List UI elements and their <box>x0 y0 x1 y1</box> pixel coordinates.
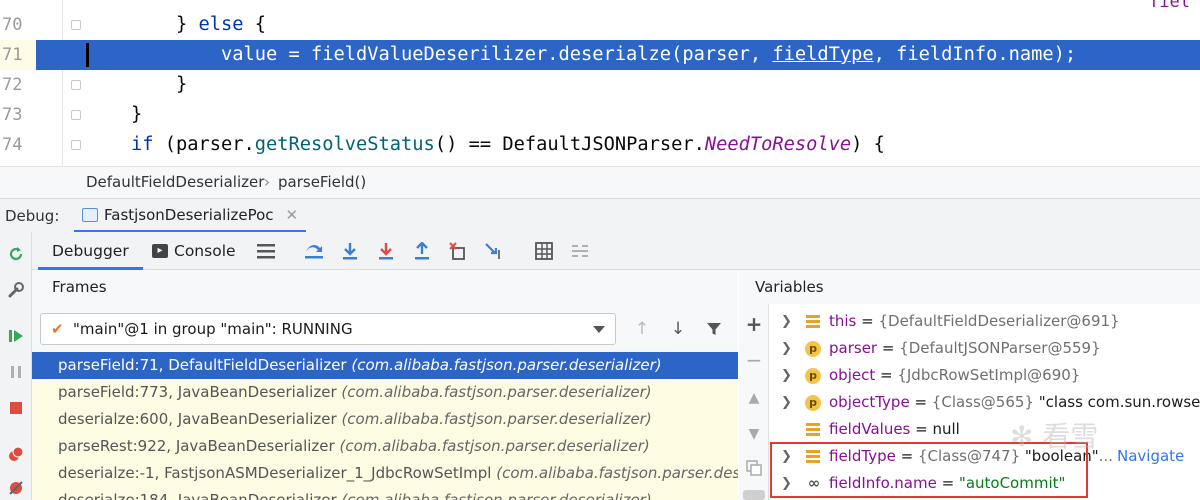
variable-row[interactable]: fieldValues = null <box>769 416 1200 443</box>
arrow-down-icon[interactable]: ↓ <box>669 319 687 339</box>
scrollbar-thumb[interactable] <box>743 490 765 500</box>
variable-row[interactable]: ❯ p object = {JdbcRowSetImpl@690} <box>769 362 1200 389</box>
frame-item[interactable]: deserialze:-1, FastjsonASMDeserializer_1… <box>32 460 738 487</box>
move-down-icon[interactable]: ▼ <box>744 424 764 444</box>
variable-row[interactable]: ❯ p parser = {DefaultJSONParser@559} <box>769 335 1200 362</box>
watch-row[interactable]: ❯ ∞ fieldInfo.name = "autoCommit" <box>769 470 1200 497</box>
trace-current-stream-icon[interactable] <box>570 241 590 261</box>
navigate-link[interactable]: Navigate <box>1117 447 1184 465</box>
variables-side-toolbar: + − ▲ ▼ <box>739 304 769 500</box>
frames-header: Frames <box>32 270 738 304</box>
tab-console[interactable]: ▸ Console <box>152 232 236 270</box>
run-to-cursor-icon[interactable] <box>484 241 504 261</box>
code-line-73[interactable]: 73 } <box>0 100 1200 130</box>
run-config-tab[interactable]: FastjsonDeserializePoc ✕ <box>74 199 307 233</box>
variable-row[interactable]: ❯ fieldType = {Class@747} "boolean"... Na… <box>769 443 1200 470</box>
show-execution-point-icon[interactable] <box>304 241 324 261</box>
frame-item-selected[interactable]: parseField:71, DefaultFieldDeserializer … <box>32 352 738 379</box>
chevron-down-icon <box>593 326 605 333</box>
wrench-icon[interactable] <box>6 280 26 300</box>
chevron-right-icon[interactable]: ❯ <box>781 335 792 362</box>
frame-item[interactable]: parseRest:922, JavaBeanDeserializer (com… <box>32 433 738 460</box>
arrow-up-icon[interactable]: ↑ <box>633 319 651 339</box>
code-editor[interactable]: fiel 70 } else { 71 value = fieldValueDe… <box>0 0 1200 166</box>
field-icon <box>805 449 821 465</box>
duplicate-watch-icon[interactable] <box>744 458 764 478</box>
drop-frame-icon[interactable] <box>448 241 468 261</box>
step-out-icon[interactable] <box>412 241 432 261</box>
run-config-icon <box>82 207 98 222</box>
frame-item[interactable]: deserialze:184, JavaBeanDeserializer (co… <box>32 487 738 500</box>
variable-row[interactable]: ❯ this = {DefaultFieldDeserializer@691} <box>769 308 1200 335</box>
mute-breakpoints-icon[interactable] <box>6 478 26 498</box>
chevron-right-icon[interactable]: ❯ <box>781 362 792 389</box>
fold-marker-icon[interactable] <box>71 140 81 150</box>
remove-watch-icon[interactable]: − <box>744 348 764 372</box>
layout-menu-icon[interactable] <box>256 241 276 261</box>
code-text: } <box>131 104 143 125</box>
debug-title-bar: Debug: FastjsonDeserializePoc ✕ <box>0 198 1200 233</box>
line-number: 74 <box>2 135 23 155</box>
move-up-icon[interactable]: ▲ <box>744 388 764 408</box>
rerun-icon[interactable] <box>6 244 26 264</box>
line-number: 73 <box>2 105 23 125</box>
code-line-71-current[interactable]: 71 value = fieldValueDeserilizer.deseria… <box>0 40 1200 70</box>
check-icon: ✔ <box>51 320 64 338</box>
console-icon: ▸ <box>152 244 168 258</box>
filter-icon[interactable] <box>705 320 723 338</box>
step-over-icon[interactable] <box>340 241 360 261</box>
chevron-right-icon[interactable]: ❯ <box>781 443 792 470</box>
field-icon <box>805 422 821 438</box>
chevron-right-icon[interactable]: ❯ <box>781 308 792 335</box>
chevron-right-icon[interactable]: ❯ <box>781 389 792 416</box>
code-line-70[interactable]: 70 } else { <box>0 10 1200 40</box>
frame-item[interactable]: parseField:773, JavaBeanDeserializer (co… <box>32 379 738 406</box>
breadcrumb-separator: › <box>264 173 270 191</box>
evaluate-expression-icon[interactable] <box>534 241 554 261</box>
resume-icon[interactable] <box>6 326 26 346</box>
thread-selector[interactable]: ✔ "main"@1 in group "main": RUNNING <box>40 313 616 345</box>
line-number: 71 <box>0 40 36 70</box>
frame-list: parseField:71, DefaultFieldDeserializer … <box>32 352 738 500</box>
debugger-toolbar: Debugger ▸ Console <box>32 232 1200 270</box>
line-number: 72 <box>2 75 23 95</box>
code-text: if (parser.getResolveStatus() == Default… <box>131 134 885 155</box>
thread-row: ✔ "main"@1 in group "main": RUNNING ↑ ↓ <box>32 304 738 352</box>
code-text: } else { <box>176 14 267 35</box>
code-line-72[interactable]: 72 } <box>0 70 1200 100</box>
tab-console-label: Console <box>174 242 236 260</box>
field-icon <box>805 314 821 330</box>
debug-side-toolbar <box>0 232 32 500</box>
close-tab-icon[interactable]: ✕ <box>286 206 299 224</box>
fold-marker-icon[interactable] <box>71 80 81 90</box>
run-config-name: FastjsonDeserializePoc <box>104 205 274 224</box>
variables-header: Variables <box>739 270 1200 304</box>
tab-debugger[interactable]: Debugger <box>38 232 143 270</box>
stop-icon[interactable] <box>6 398 26 418</box>
variables-panel: Variables + − ▲ ▼ ❯ this = {DefaultField… <box>739 270 1200 500</box>
debug-label: Debug: <box>5 207 60 225</box>
frame-item[interactable]: deserialze:600, JavaBeanDeserializer (co… <box>32 406 738 433</box>
line-number: 70 <box>2 15 23 35</box>
breadcrumb-class[interactable]: DefaultFieldDeserializer <box>86 173 264 191</box>
chevron-right-icon[interactable]: ❯ <box>781 470 792 497</box>
code-text: value = fieldValueDeserilizer.deserialze… <box>221 44 1077 65</box>
thread-selector-value: "main"@1 in group "main": RUNNING <box>73 320 353 338</box>
parameter-icon: p <box>805 368 821 384</box>
parameter-icon: p <box>805 395 821 411</box>
breadcrumb: DefaultFieldDeserializer › parseField() <box>0 166 1200 198</box>
parameter-icon: p <box>805 341 821 357</box>
frames-panel: Frames ✔ "main"@1 in group "main": RUNNI… <box>32 270 738 500</box>
code-line-74[interactable]: 74 if (parser.getResolveStatus() == Defa… <box>0 130 1200 160</box>
fold-marker-icon[interactable] <box>71 110 81 120</box>
view-breakpoints-icon[interactable] <box>6 444 26 464</box>
breadcrumb-method[interactable]: parseField() <box>278 173 366 191</box>
code-text: } <box>176 74 188 95</box>
fold-marker-icon[interactable] <box>71 20 81 30</box>
pause-icon[interactable] <box>6 362 26 382</box>
step-into-icon[interactable] <box>376 241 396 261</box>
variable-row[interactable]: ❯ p objectType = {Class@565} "class com.… <box>769 389 1200 416</box>
watch-glasses-icon: ∞ <box>807 474 821 492</box>
add-watch-icon[interactable]: + <box>744 312 764 336</box>
